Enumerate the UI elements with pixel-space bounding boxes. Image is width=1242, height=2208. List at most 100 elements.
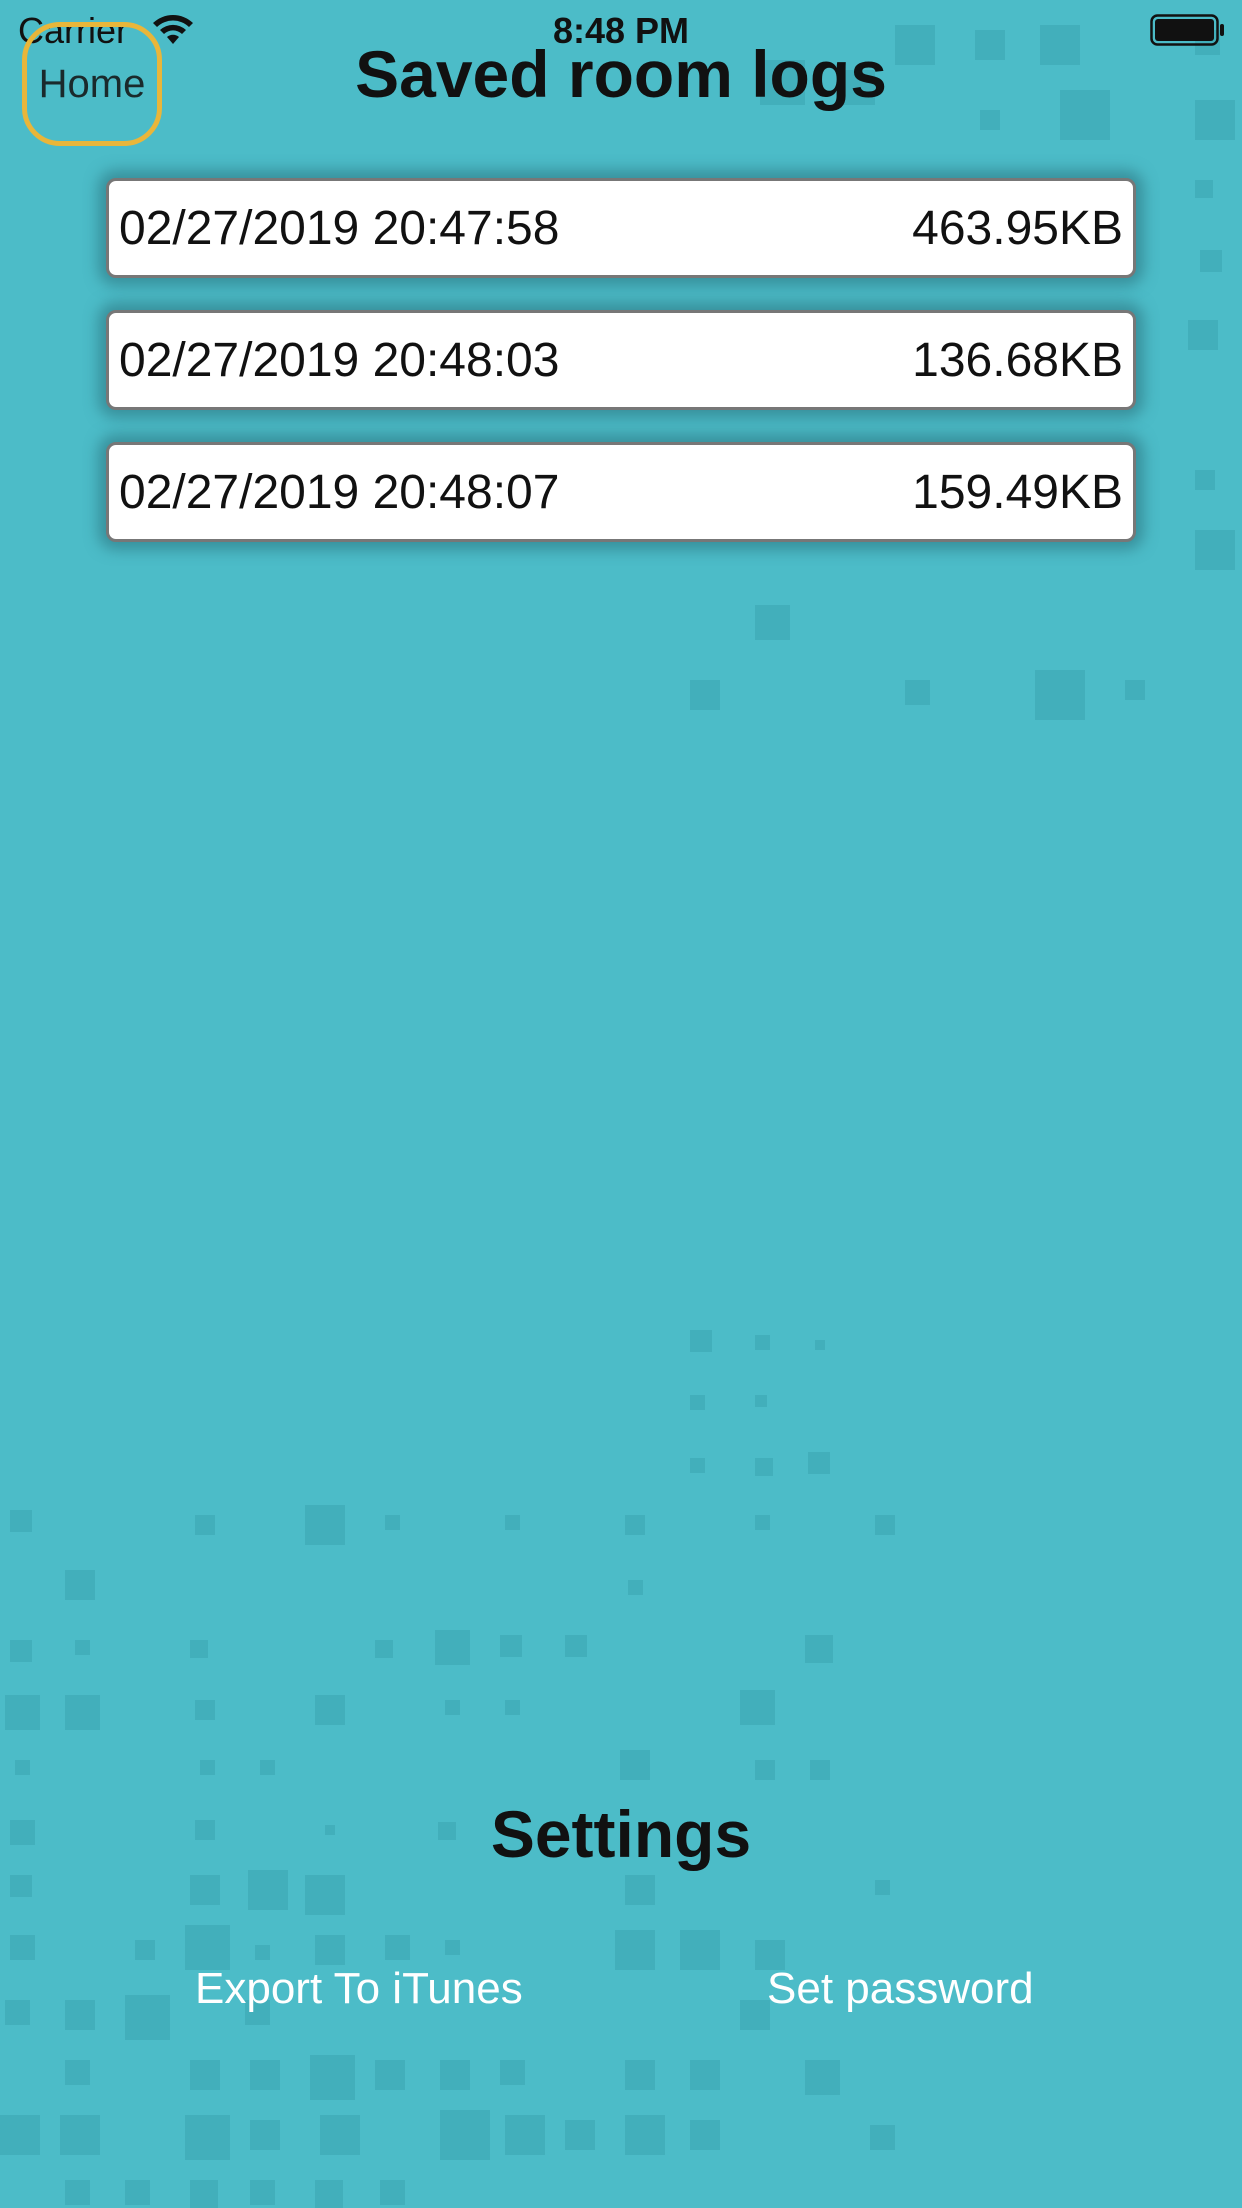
- background-square: [125, 1995, 170, 2040]
- background-square: [1195, 470, 1215, 490]
- background-square: [255, 1945, 270, 1960]
- set-password-button[interactable]: Set password: [767, 1964, 1034, 2014]
- background-square: [440, 2060, 470, 2090]
- background-square: [680, 1930, 720, 1970]
- settings-heading: Settings: [490, 1797, 752, 1871]
- home-button[interactable]: Home: [22, 22, 162, 146]
- background-square: [435, 1630, 470, 1665]
- background-square: [905, 680, 930, 705]
- background-square: [305, 1875, 345, 1915]
- background-square: [65, 1695, 100, 1730]
- background-square: [755, 1458, 773, 1476]
- background-square: [875, 1880, 890, 1895]
- background-square: [980, 110, 1000, 130]
- background-square: [505, 1515, 520, 1530]
- background-square: [248, 1870, 288, 1910]
- status-bar: Carrier 8:48 PM: [0, 0, 1242, 60]
- log-size: 159.49KB: [912, 465, 1123, 519]
- background-square: [445, 1700, 460, 1715]
- background-square: [135, 1940, 155, 1960]
- background-square: [755, 605, 790, 640]
- background-square: [690, 1330, 712, 1352]
- background-square: [10, 1640, 32, 1662]
- background-square: [690, 2060, 720, 2090]
- background-square: [755, 1335, 770, 1350]
- background-square: [875, 1515, 895, 1535]
- background-square: [625, 1515, 645, 1535]
- background-square: [65, 1570, 95, 1600]
- background-square: [65, 2180, 90, 2205]
- background-square: [445, 1940, 460, 1955]
- background-square: [250, 2120, 280, 2150]
- background-square: [810, 1760, 830, 1780]
- background-square: [10, 1510, 32, 1532]
- background-square: [380, 2180, 405, 2205]
- background-square: [1188, 320, 1218, 350]
- background-square: [190, 2180, 218, 2208]
- log-list-item[interactable]: 02/27/2019 20:48:03 136.68KB: [106, 310, 1136, 410]
- log-list-item[interactable]: 02/27/2019 20:48:07 159.49KB: [106, 442, 1136, 542]
- background-square: [805, 1635, 833, 1663]
- background-square: [195, 1700, 215, 1720]
- background-square: [620, 1750, 650, 1780]
- log-timestamp: 02/27/2019 20:47:58: [119, 201, 560, 255]
- background-square: [628, 1580, 643, 1595]
- background-square: [375, 1640, 393, 1658]
- background-square: [755, 1760, 775, 1780]
- background-square: [315, 1695, 345, 1725]
- background-square: [315, 1935, 345, 1965]
- background-square: [310, 2055, 355, 2100]
- status-time: 8:48 PM: [552, 10, 690, 51]
- log-timestamp: 02/27/2019 20:48:07: [119, 465, 560, 519]
- background-square: [625, 2060, 655, 2090]
- background-square: [320, 2115, 360, 2155]
- background-square: [1035, 670, 1085, 720]
- background-square: [185, 2115, 230, 2160]
- background-square: [625, 2115, 665, 2155]
- background-square: [755, 1515, 770, 1530]
- log-size: 136.68KB: [912, 333, 1123, 387]
- background-square: [315, 2180, 343, 2208]
- background-square: [385, 1515, 400, 1530]
- background-square: [505, 2115, 545, 2155]
- background-square: [375, 2060, 405, 2090]
- background-square: [500, 1635, 522, 1657]
- background-square: [260, 1760, 275, 1775]
- background-square: [305, 1505, 345, 1545]
- log-list: 02/27/2019 20:47:58 463.95KB 02/27/2019 …: [106, 178, 1136, 574]
- background-square: [10, 1875, 32, 1897]
- background-square: [15, 1760, 30, 1775]
- background-square: [1200, 250, 1222, 272]
- background-square: [808, 1452, 830, 1474]
- background-square: [740, 1690, 775, 1725]
- background-square: [690, 2120, 720, 2150]
- background-square: [250, 2060, 280, 2090]
- background-square: [565, 1635, 587, 1657]
- background-square: [615, 1930, 655, 1970]
- export-to-itunes-button[interactable]: Export To iTunes: [195, 1964, 523, 2014]
- background-square: [190, 1640, 208, 1658]
- background-square: [60, 2115, 100, 2155]
- log-list-item[interactable]: 02/27/2019 20:47:58 463.95KB: [106, 178, 1136, 278]
- background-square: [0, 2115, 40, 2155]
- background-square: [690, 680, 720, 710]
- background-square: [190, 1875, 220, 1905]
- background-square: [5, 1695, 40, 1730]
- background-square: [1195, 530, 1235, 570]
- background-square: [815, 1340, 825, 1350]
- background-square: [690, 1395, 705, 1410]
- background-square: [1195, 180, 1213, 198]
- background-square: [385, 1935, 410, 1960]
- log-timestamp: 02/27/2019 20:48:03: [119, 333, 560, 387]
- background-square: [500, 2060, 525, 2085]
- battery-icon: [1150, 14, 1224, 46]
- background-square: [690, 1458, 705, 1473]
- background-square: [870, 2125, 895, 2150]
- background-square: [805, 2060, 840, 2095]
- background-square: [565, 2120, 595, 2150]
- background-square: [10, 1935, 35, 1960]
- background-square: [195, 1515, 215, 1535]
- background-square: [125, 2180, 150, 2205]
- background-square: [755, 1395, 767, 1407]
- log-size: 463.95KB: [912, 201, 1123, 255]
